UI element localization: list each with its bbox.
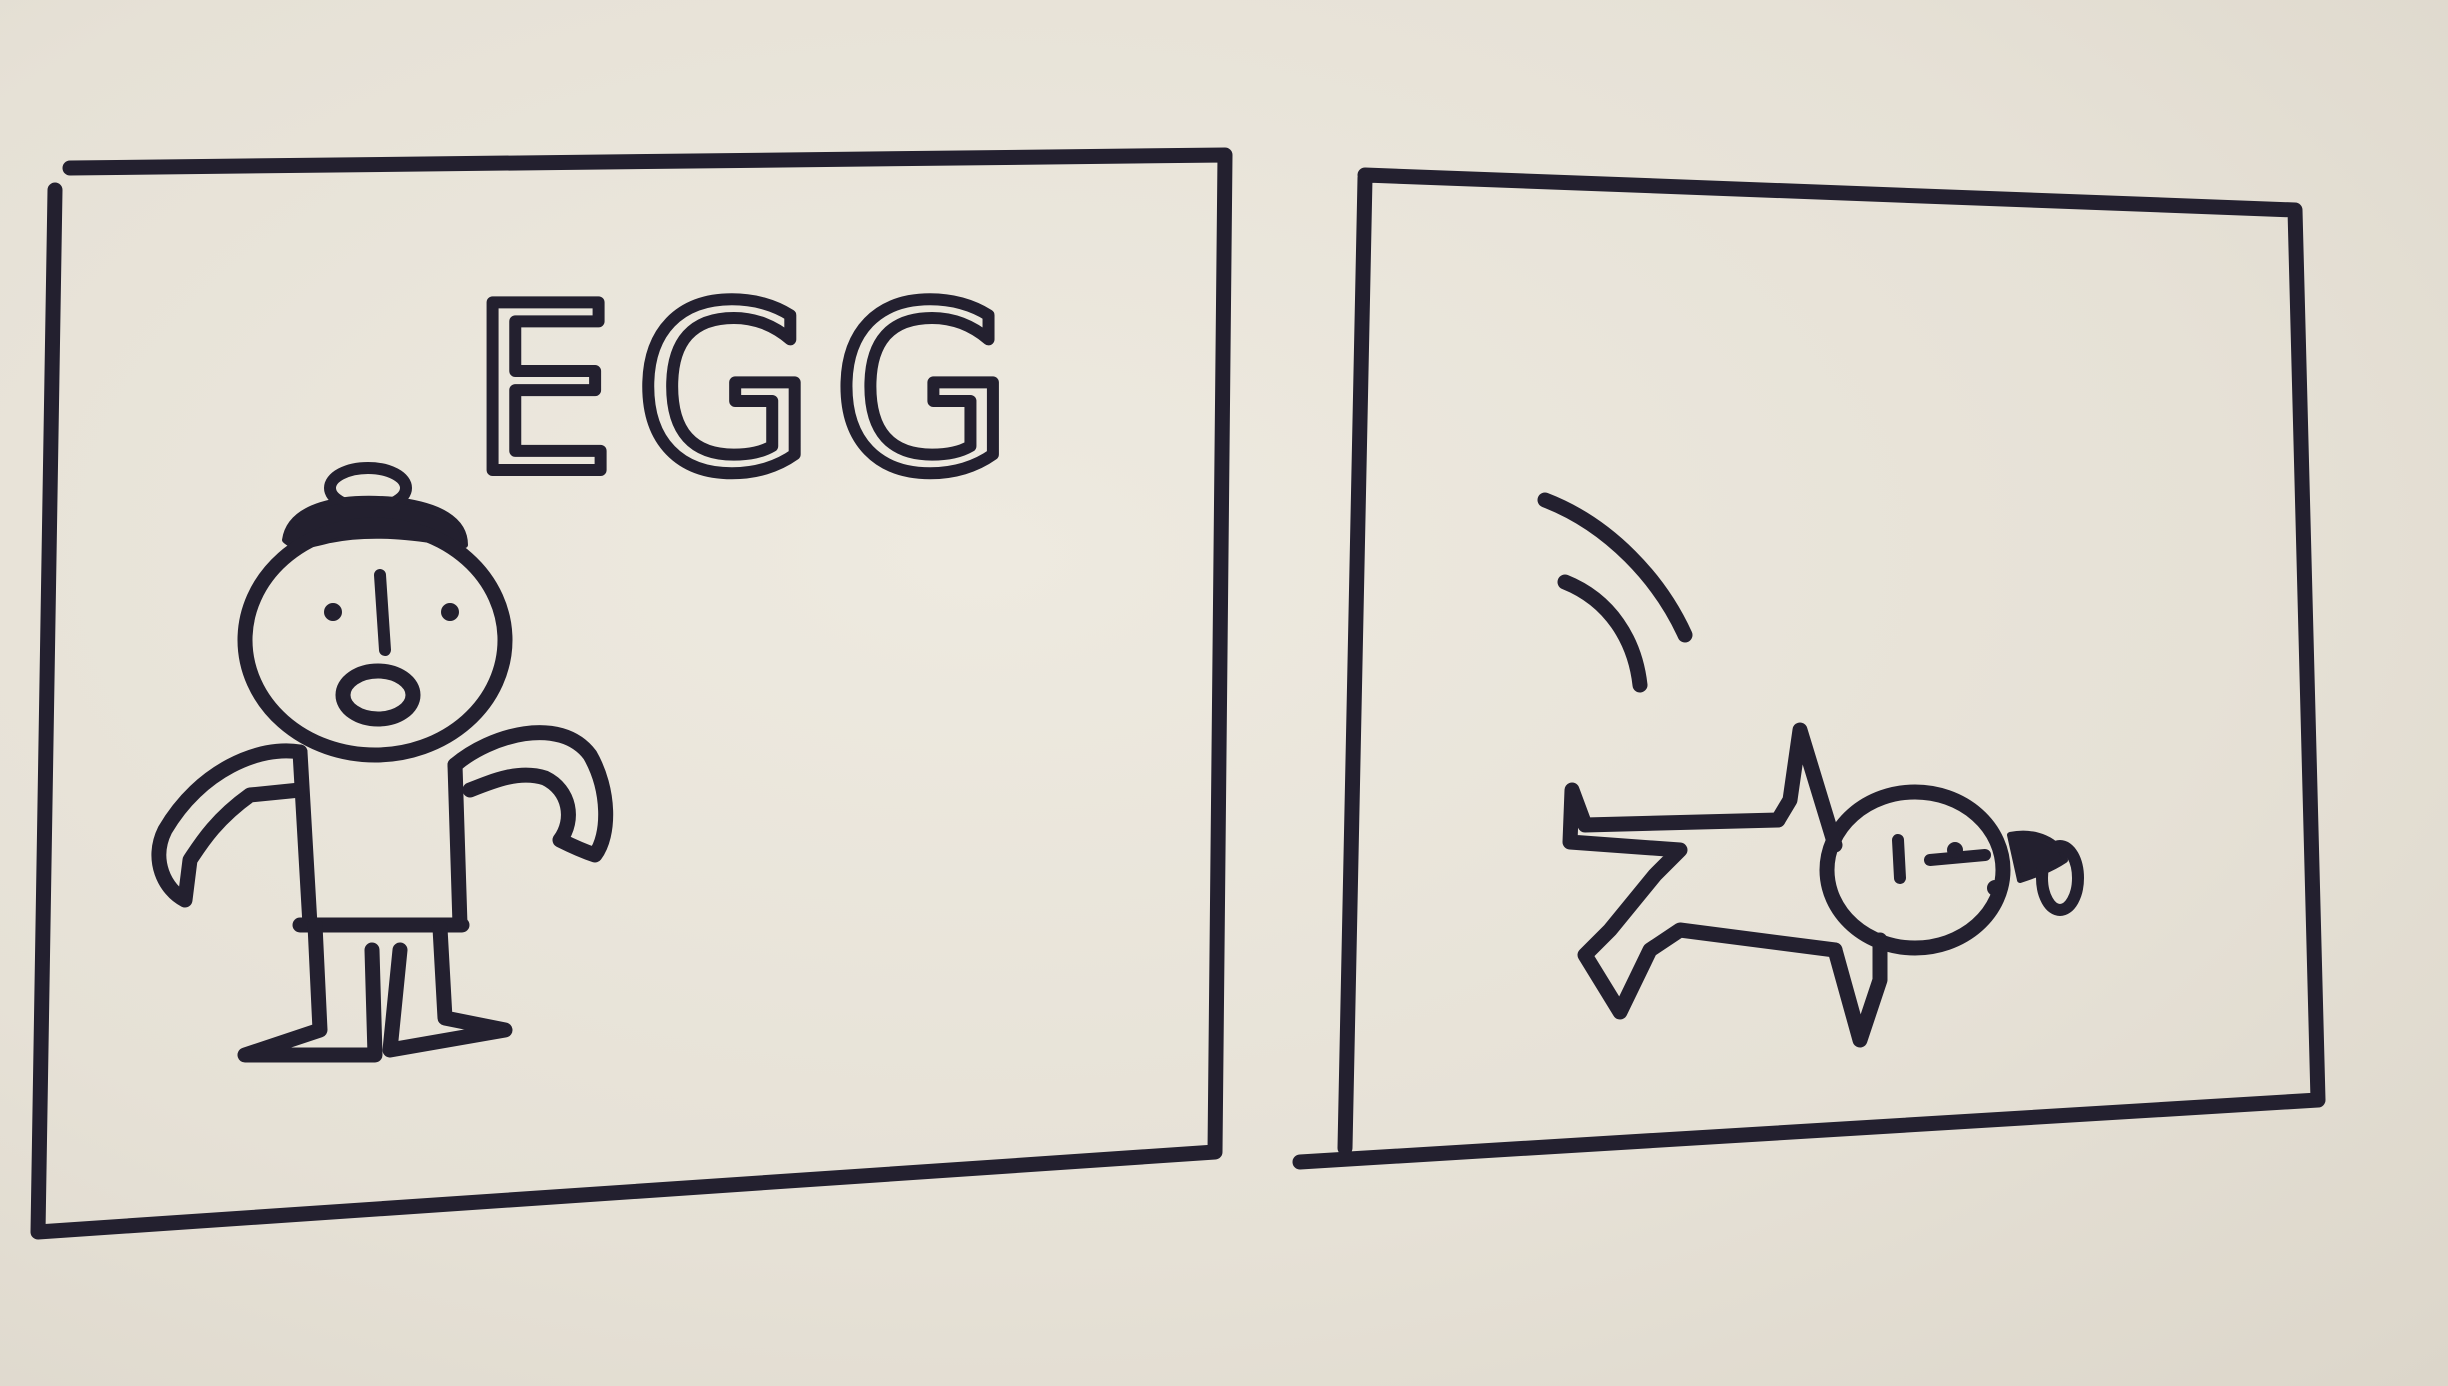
- fallen-head: [1819, 784, 2011, 956]
- left-eye: [324, 603, 342, 621]
- panel-2-frame: [1292, 167, 2326, 1170]
- fallen-lower-arm: [1827, 932, 1888, 1048]
- motion-line-inner: [1557, 574, 1648, 693]
- fallen-mouth-dot: [1987, 880, 2003, 896]
- right-leg: [382, 920, 513, 1058]
- fallen-eye-left: [1892, 834, 1906, 884]
- nose: [374, 569, 391, 656]
- standing-figure: [151, 462, 614, 1063]
- fallen-raised-arm: [1770, 722, 1843, 853]
- fallen-eye-dot: [1947, 842, 1963, 858]
- speech-text-egg: EGG: [470, 258, 1032, 525]
- open-mouth: [335, 663, 421, 727]
- right-arm: [447, 725, 614, 863]
- torso: [292, 744, 468, 933]
- fallen-body: [1562, 782, 1843, 1020]
- left-leg: [237, 917, 383, 1063]
- falling-figure: [1562, 722, 2084, 1048]
- left-arm: [151, 743, 308, 908]
- panel-1: EGG: [30, 147, 1233, 1240]
- comic-strip: EGG: [30, 147, 2326, 1240]
- panel-2: [1292, 167, 2326, 1170]
- right-eye: [441, 603, 459, 621]
